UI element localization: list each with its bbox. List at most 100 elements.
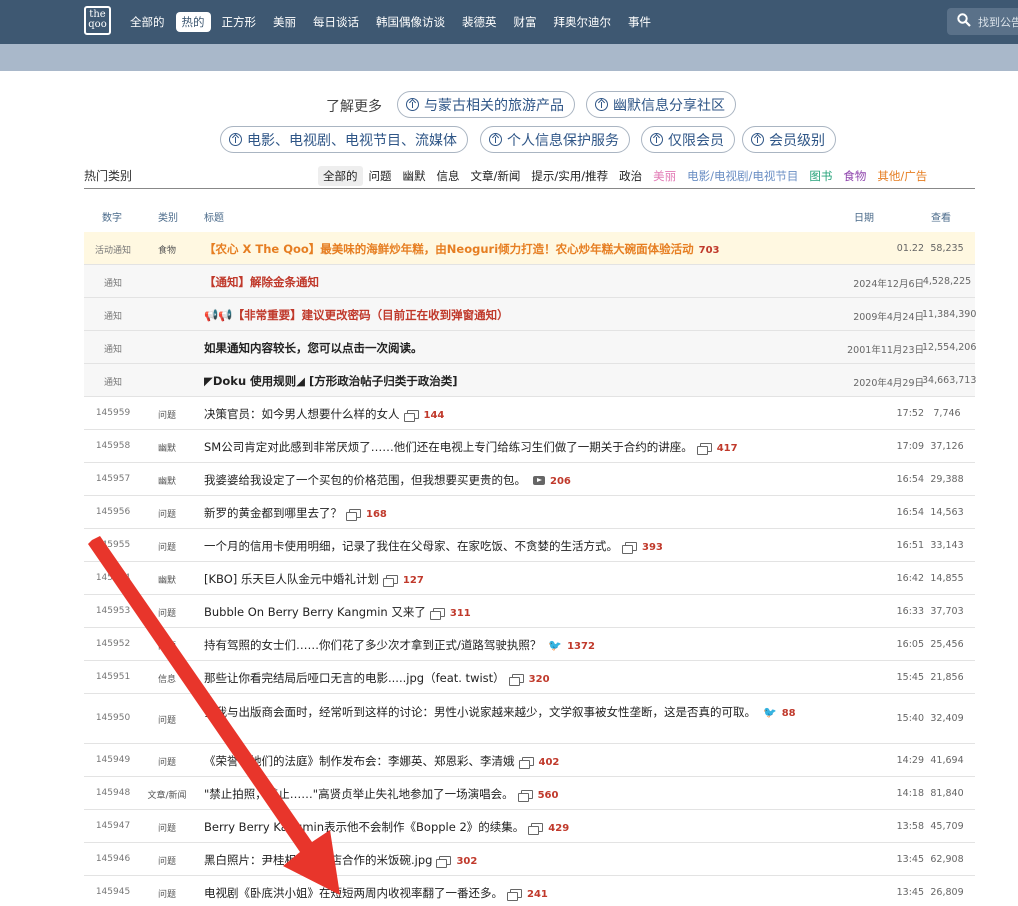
comment-count[interactable]: 168: [366, 509, 387, 520]
post-title-cell[interactable]: 决策官员：如今男人想要什么样的女人 144: [204, 406, 844, 422]
learn-more-pill[interactable]: 个人信息保护服务: [480, 126, 630, 153]
table-row[interactable]: 145954 幽默 [KBO] 乐天巨人队金元中婚礼计划 127 16:42 14,855: [84, 562, 975, 595]
table-row[interactable]: 145951 信息 那些让你看完结局后哑口无言的电影.....jpg（feat. t…: [84, 661, 975, 694]
learn-more-pill[interactable]: 电影、电视剧、电视节目、流媒体: [220, 126, 468, 153]
post-title-cell[interactable]: Bubble On Berry Berry Kangmin 又来了 311: [204, 604, 844, 620]
comment-count[interactable]: 560: [538, 790, 559, 801]
category-tab[interactable]: 问题: [364, 166, 397, 186]
post-title-cell[interactable]: 【农心 X The Qoo】最美味的海鲜炒年糕，由Neoguri倾力打造！农心炒…: [204, 241, 844, 257]
post-title-cell[interactable]: 一个月的信用卡使用明细，记录了我住在父母家、在家吃饭、不贪婪的生活方式。 393: [204, 538, 844, 554]
category-tab[interactable]: 政治: [614, 166, 647, 186]
table-row[interactable]: 145955 问题 一个月的信用卡使用明细，记录了我住在父母家、在家吃饭、不贪婪的生…: [84, 529, 975, 562]
table-row[interactable]: 145958 幽默 SM公司肯定对此感到非常厌烦了……他们还在电视上专门给练习生们做…: [84, 430, 975, 463]
post-title[interactable]: 【农心 X The Qoo】最美味的海鲜炒年糕，由Neoguri倾力打造！农心炒…: [204, 242, 694, 256]
post-title-cell[interactable]: SM公司肯定对此感到非常厌烦了……他们还在电视上专门给练习生们做了一期关于合约的…: [204, 439, 844, 455]
comment-count[interactable]: 88: [782, 708, 796, 719]
post-title-cell[interactable]: 当我与出版商会面时，经常听到这样的讨论：男性小说家越来越少，文学叙事被女性垄断，…: [204, 702, 844, 724]
post-title-cell[interactable]: 📢📢【非常重要】建议更改密码（目前正在收到弹窗通知）: [204, 307, 844, 323]
learn-more-pill[interactable]: 仅限会员: [641, 126, 735, 153]
comment-count[interactable]: 1372: [567, 641, 595, 652]
table-row[interactable]: 145957 幽默 我婆婆给我设定了一个买包的价格范围，但我想要买更贵的包。 206 1…: [84, 463, 975, 496]
post-title[interactable]: 当我与出版商会面时，经常听到这样的讨论：男性小说家越来越少，文学叙事被女性垄断，…: [204, 705, 756, 719]
comment-count[interactable]: 402: [539, 757, 560, 768]
post-title[interactable]: 如果通知内容较长，您可以点击一次阅读。: [204, 341, 423, 355]
post-title-cell[interactable]: 那些让你看完结局后哑口无言的电影.....jpg（feat. twist） 320: [204, 670, 844, 686]
comment-count[interactable]: 206: [550, 476, 571, 487]
category-tab[interactable]: 文章/新闻: [466, 166, 526, 186]
comment-count[interactable]: 429: [548, 823, 569, 834]
post-title[interactable]: 电视剧《卧底洪小姐》在短短两周内收视率翻了一番还多。: [204, 886, 503, 900]
post-title-cell[interactable]: 我婆婆给我设定了一个买包的价格范围，但我想要买更贵的包。 206: [204, 472, 844, 488]
post-title-cell[interactable]: 《荣誉：她们的法庭》制作发布会：李娜英、郑恩彩、李清娥 402: [204, 753, 844, 769]
learn-more-pill[interactable]: 与蒙古相关的旅游产品: [397, 91, 575, 118]
post-title-cell[interactable]: "禁止拍照，禁止……"高贤贞举止失礼地参加了一场演唱会。 560: [204, 786, 844, 802]
comment-count[interactable]: 144: [424, 410, 445, 421]
post-title[interactable]: 持有驾照的女士们……你们花了多少次才拿到正式/道路驾驶执照？: [204, 638, 541, 652]
table-row[interactable]: 145953 问题 Bubble On Berry Berry Kangmin 又来…: [84, 595, 975, 628]
category-tab[interactable]: 其他/广告: [872, 166, 932, 186]
post-title[interactable]: 黑白照片：尹桂相与便利店合作的米饭碗.jpg: [204, 853, 432, 867]
table-row[interactable]: 145952 问题 持有驾照的女士们……你们花了多少次才拿到正式/道路驾驶执照？ 🐦 1…: [84, 628, 975, 661]
table-row[interactable]: 145959 问题 决策官员：如今男人想要什么样的女人 144 17:52 7,746: [84, 397, 975, 430]
learn-more-pill[interactable]: 幽默信息分享社区: [586, 91, 736, 118]
table-row[interactable]: 145950 问题 当我与出版商会面时，经常听到这样的讨论：男性小说家越来越少，文学…: [84, 694, 975, 744]
nav-item[interactable]: 裴德英: [456, 12, 503, 32]
table-row[interactable]: 通知 ◤Doku 使用规则◢ [方形政治帖子归类于政治类] 2020年4月29日 34…: [84, 364, 976, 397]
nav-item[interactable]: 每日谈话: [307, 12, 365, 32]
post-title[interactable]: 📢📢【非常重要】建议更改密码（目前正在收到弹窗通知）: [204, 308, 509, 322]
post-title[interactable]: 新罗的黄金都到哪里去了？: [204, 506, 342, 520]
post-title-cell[interactable]: ◤Doku 使用规则◢ [方形政治帖子归类于政治类]: [204, 373, 844, 389]
post-title-cell[interactable]: 持有驾照的女士们……你们花了多少次才拿到正式/道路驾驶执照？ 🐦 1372: [204, 637, 844, 653]
nav-item[interactable]: 美丽: [267, 12, 302, 32]
post-title[interactable]: 我婆婆给我设定了一个买包的价格范围，但我想要买更贵的包。: [204, 473, 526, 487]
comment-count[interactable]: 393: [642, 542, 663, 553]
table-row[interactable]: 145946 问题 黑白照片：尹桂相与便利店合作的米饭碗.jpg 302 13:45 62…: [84, 843, 975, 876]
nav-item[interactable]: 热的: [175, 12, 211, 32]
post-title[interactable]: [KBO] 乐天巨人队金元中婚礼计划: [204, 572, 379, 586]
nav-item[interactable]: 韩国偶像访谈: [370, 12, 451, 32]
comment-count[interactable]: 311: [450, 608, 471, 619]
site-logo[interactable]: the qoo: [84, 6, 111, 35]
category-tab[interactable]: 图书: [804, 166, 837, 186]
post-title-cell[interactable]: 【通知】解除金条通知: [204, 274, 844, 290]
comment-count[interactable]: 127: [403, 575, 424, 586]
category-tab[interactable]: 电影/电视剧/电视节目: [682, 166, 803, 186]
nav-item[interactable]: 正方形: [216, 12, 263, 32]
table-row[interactable]: 通知 如果通知内容较长，您可以点击一次阅读。 2001年11月23日 12,554,2…: [84, 331, 976, 364]
comment-count[interactable]: 302: [456, 856, 477, 867]
post-title[interactable]: Berry Berry Kangmin表示他不会制作《Bopple 2》的续集。: [204, 820, 524, 834]
category-tab[interactable]: 提示/实用/推荐: [526, 166, 613, 186]
post-title-cell[interactable]: 电视剧《卧底洪小姐》在短短两周内收视率翻了一番还多。 241: [204, 885, 844, 901]
learn-more-pill[interactable]: 会员级别: [742, 126, 836, 153]
table-row[interactable]: 通知 📢📢【非常重要】建议更改密码（目前正在收到弹窗通知） 2009年4月24日 11…: [84, 298, 976, 331]
post-title[interactable]: Bubble On Berry Berry Kangmin 又来了: [204, 605, 426, 619]
category-tab[interactable]: 幽默: [398, 166, 431, 186]
post-title[interactable]: 一个月的信用卡使用明细，记录了我住在父母家、在家吃饭、不贪婪的生活方式。: [204, 539, 618, 553]
post-title-cell[interactable]: [KBO] 乐天巨人队金元中婚礼计划 127: [204, 571, 844, 587]
post-title[interactable]: 决策官员：如今男人想要什么样的女人: [204, 407, 400, 421]
table-row[interactable]: 活动通知 食物 【农心 X The Qoo】最美味的海鲜炒年糕，由Neoguri倾力…: [84, 232, 975, 265]
post-title[interactable]: 《荣誉：她们的法庭》制作发布会：李娜英、郑恩彩、李清娥: [204, 754, 515, 768]
comment-count[interactable]: 417: [717, 443, 738, 454]
table-row[interactable]: 145956 问题 新罗的黄金都到哪里去了？ 168 16:54 14,563: [84, 496, 975, 529]
table-row[interactable]: 通知 【通知】解除金条通知 2024年12月6日 4,528,225: [84, 265, 975, 298]
post-title[interactable]: 那些让你看完结局后哑口无言的电影.....jpg（feat. twist）: [204, 671, 505, 685]
post-title[interactable]: ◤Doku 使用规则◢ [方形政治帖子归类于政治类]: [204, 374, 458, 388]
post-title-cell[interactable]: 新罗的黄金都到哪里去了？ 168: [204, 505, 844, 521]
comment-count[interactable]: 241: [527, 889, 548, 900]
nav-item[interactable]: 事件: [622, 12, 657, 32]
post-title[interactable]: "禁止拍照，禁止……"高贤贞举止失礼地参加了一场演唱会。: [204, 787, 514, 801]
comment-count[interactable]: 703: [699, 245, 720, 256]
nav-item[interactable]: 财富: [508, 12, 543, 32]
category-tab[interactable]: 全部的: [318, 166, 363, 186]
post-title-cell[interactable]: 如果通知内容较长，您可以点击一次阅读。: [204, 340, 844, 356]
search-icon[interactable]: [957, 13, 971, 27]
post-title-cell[interactable]: Berry Berry Kangmin表示他不会制作《Bopple 2》的续集。…: [204, 819, 844, 835]
category-tab[interactable]: 美丽: [648, 166, 681, 186]
category-tab[interactable]: 信息: [432, 166, 465, 186]
nav-item[interactable]: 拜奥尔迪尔: [548, 12, 618, 32]
post-title-cell[interactable]: 黑白照片：尹桂相与便利店合作的米饭碗.jpg 302: [204, 852, 844, 868]
table-row[interactable]: 145948 文章/新闻 "禁止拍照，禁止……"高贤贞举止失礼地参加了一场演唱会。 5…: [84, 777, 975, 810]
nav-item[interactable]: 全部的: [124, 12, 171, 32]
comment-count[interactable]: 320: [529, 674, 550, 685]
